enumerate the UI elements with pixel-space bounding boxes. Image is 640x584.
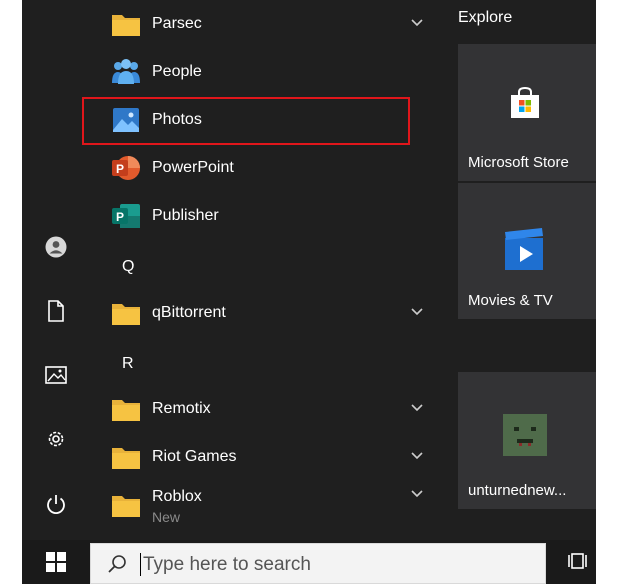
powerpoint-icon: P [112, 156, 140, 180]
folder-icon [112, 400, 140, 421]
app-label: Remotix [152, 400, 211, 417]
app-label: qBittorrent [152, 304, 226, 321]
app-roblox[interactable]: Roblox New [92, 478, 437, 530]
chevron-down-icon[interactable] [410, 488, 424, 498]
power-icon[interactable] [45, 493, 67, 515]
photos-highlight-box [82, 97, 410, 145]
section-letter-q[interactable]: Q [122, 258, 134, 276]
search-input[interactable]: Type here to search [90, 543, 546, 584]
settings-icon[interactable] [45, 428, 67, 450]
svg-text:P: P [116, 210, 124, 224]
tile-unturned[interactable]: unturnednew... [458, 372, 596, 509]
app-publisher[interactable]: P Publisher [92, 193, 437, 239]
text-cursor [140, 553, 141, 576]
folder-icon [112, 15, 140, 36]
app-label: Parsec [152, 15, 202, 32]
app-qbittorrent[interactable]: qBittorrent [92, 290, 437, 336]
app-remotix[interactable]: Remotix [92, 386, 437, 432]
app-label: Riot Games [152, 448, 237, 465]
people-icon [112, 59, 140, 84]
movies-tv-icon [505, 228, 543, 270]
store-icon [511, 86, 539, 118]
tile-label: Microsoft Store [468, 154, 569, 171]
user-account-icon[interactable] [45, 236, 67, 258]
search-placeholder: Type here to search [143, 554, 311, 575]
app-riot-games[interactable]: Riot Games [92, 434, 437, 480]
tile-group-title: Explore [458, 9, 513, 26]
chevron-down-icon[interactable] [410, 450, 424, 460]
documents-icon[interactable] [45, 300, 67, 322]
tile-microsoft-store[interactable]: Microsoft Store [458, 44, 596, 181]
app-list: Parsec People Photos P PowerPoint P Publ… [82, 0, 447, 540]
folder-icon [112, 304, 140, 325]
app-label: PowerPoint [152, 159, 234, 176]
app-label: People [152, 63, 202, 80]
start-menu: Parsec People Photos P PowerPoint P Publ… [22, 0, 596, 584]
tile-movies-tv[interactable]: Movies & TV [458, 183, 596, 319]
start-rail [22, 0, 92, 540]
tile-label: unturnednew... [468, 482, 567, 499]
new-badge: New [152, 509, 181, 525]
chevron-down-icon[interactable] [410, 402, 424, 412]
search-icon [108, 555, 126, 573]
svg-text:P: P [116, 162, 124, 176]
app-parsec[interactable]: Parsec [92, 1, 437, 47]
task-view-icon[interactable] [568, 550, 590, 572]
app-powerpoint[interactable]: P PowerPoint [92, 145, 437, 191]
unturned-icon [503, 414, 547, 456]
app-label: Publisher [152, 207, 219, 224]
app-people[interactable]: People [92, 49, 437, 95]
tiles-area: Explore Microsoft Store Movies & TV untu… [446, 0, 596, 540]
publisher-icon: P [112, 204, 140, 228]
chevron-down-icon[interactable] [410, 306, 424, 316]
tile-label: Movies & TV [468, 292, 553, 309]
app-label: Roblox [152, 488, 202, 505]
section-letter-r[interactable]: R [122, 355, 134, 373]
folder-icon [112, 496, 140, 517]
windows-start-icon[interactable] [46, 552, 66, 572]
chevron-down-icon[interactable] [410, 17, 424, 27]
pictures-icon[interactable] [45, 364, 67, 386]
taskbar: Type here to search [22, 540, 596, 584]
folder-icon [112, 448, 140, 469]
